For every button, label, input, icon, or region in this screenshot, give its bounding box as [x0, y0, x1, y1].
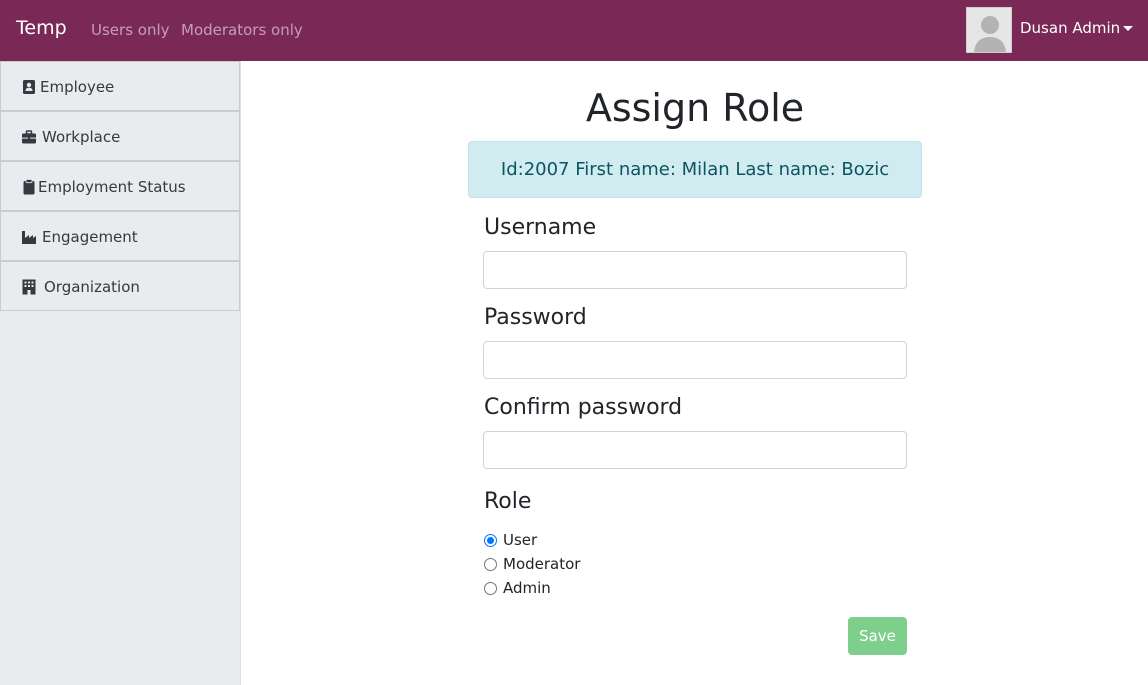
role-option-label: User	[503, 531, 538, 549]
avatar[interactable]	[966, 7, 1012, 53]
nav-link-moderators-only[interactable]: Moderators only	[181, 21, 303, 39]
role-label: Role	[484, 489, 532, 514]
sidebar-item-employment-status[interactable]: Employment Status	[0, 161, 240, 211]
role-admin-radio[interactable]	[484, 582, 497, 595]
clipboard-icon	[23, 179, 35, 195]
top-navbar: Temp Users only Moderators only Dusan Ad…	[0, 0, 1148, 61]
brand-link[interactable]: Temp	[16, 17, 67, 39]
save-button[interactable]: Save	[848, 617, 907, 655]
username-input[interactable]	[483, 251, 907, 289]
sidebar-item-employee[interactable]: Employee	[0, 61, 240, 111]
address-card-icon	[23, 80, 35, 94]
confirm-password-label: Confirm password	[484, 395, 683, 420]
sidebar: Employee Workplace Employment Status Eng…	[0, 61, 241, 685]
role-option-label: Moderator	[503, 555, 581, 573]
password-label: Password	[484, 305, 587, 330]
confirm-password-input[interactable]	[483, 431, 907, 469]
caret-down-icon[interactable]	[1123, 26, 1133, 31]
sidebar-item-label: Employee	[40, 78, 115, 96]
nav-link-users-only[interactable]: Users only	[91, 21, 170, 39]
sidebar-item-engagement[interactable]: Engagement	[0, 211, 240, 261]
user-avatar-icon	[967, 8, 1011, 52]
username-label: Username	[484, 215, 597, 240]
sidebar-item-label: Workplace	[42, 128, 121, 146]
employee-info-alert: Id:2007 First name: Milan Last name: Boz…	[468, 141, 922, 198]
page-title: Assign Role	[585, 86, 805, 130]
sidebar-item-label: Organization	[44, 278, 140, 296]
sidebar-item-organization[interactable]: Organization	[0, 261, 240, 311]
sidebar-item-label: Engagement	[42, 228, 138, 246]
sidebar-item-workplace[interactable]: Workplace	[0, 111, 240, 161]
user-menu-toggle[interactable]: Dusan Admin	[1020, 19, 1120, 37]
sidebar-item-label: Employment Status	[38, 178, 186, 196]
password-input[interactable]	[483, 341, 907, 379]
building-icon	[22, 279, 36, 295]
role-moderator-radio[interactable]	[484, 558, 497, 571]
role-option-label: Admin	[503, 579, 551, 597]
industry-icon	[22, 231, 36, 244]
role-user-radio[interactable]	[484, 534, 497, 547]
briefcase-icon	[22, 130, 36, 144]
